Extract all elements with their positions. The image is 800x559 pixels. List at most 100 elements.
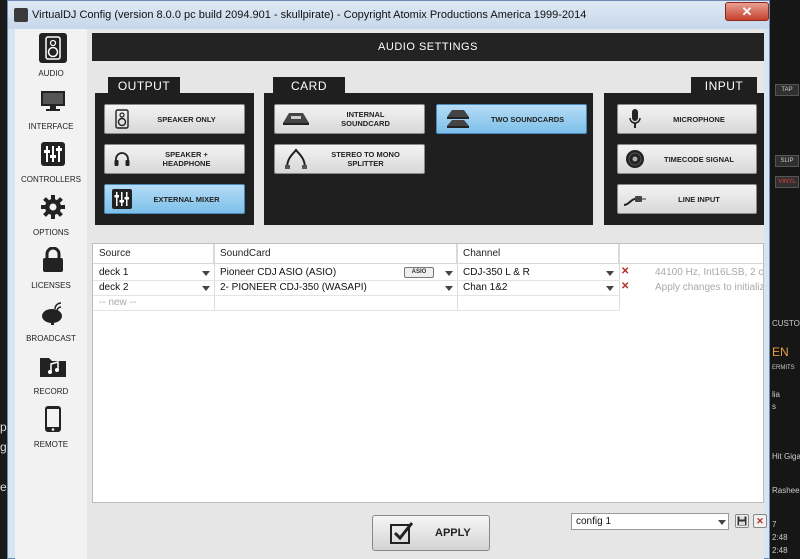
save-icon	[737, 516, 747, 526]
soundcard-icon	[279, 106, 313, 132]
sidebar-item-remote[interactable]: REMOTE	[15, 400, 87, 453]
sidebar-item-controllers[interactable]: CONTROLLERS	[15, 135, 87, 188]
column-header-channel: Channel	[457, 244, 619, 264]
button-label: TIMECODE SIGNAL	[663, 154, 734, 164]
button-label: LINE INPUT	[678, 194, 720, 204]
soundcard-select[interactable]: Pioneer CDJ ASIO (ASIO)	[214, 265, 404, 281]
apply-button[interactable]: APPLY	[372, 515, 490, 551]
speaker-only-button[interactable]: SPEAKER ONLY	[104, 104, 245, 134]
background-tap-button: TAP	[775, 84, 799, 96]
satellite-icon	[39, 298, 67, 328]
page-title: AUDIO SETTINGS	[92, 33, 764, 61]
device-info-text: Apply changes to initialize	[655, 282, 763, 293]
background-text: EN	[772, 345, 789, 359]
background-vinyl-button: VINYL	[775, 176, 799, 188]
routing-table: Source SoundCard Channel deck 1 Pioneer …	[92, 243, 764, 503]
checkbox-check-icon	[390, 522, 414, 544]
background-text: ERMITS	[772, 365, 795, 371]
background-text: CUSTOM	[772, 319, 800, 328]
jack-cable-icon	[622, 186, 648, 212]
button-label: INTERNAL SOUNDCARD	[341, 110, 390, 128]
source-select[interactable]: deck 1	[93, 265, 214, 281]
background-text: p	[0, 420, 7, 434]
speaker-icon	[39, 33, 67, 63]
vinyl-icon	[622, 146, 648, 172]
config-window: VirtualDJ Config (version 8.0.0 pc build…	[7, 0, 770, 559]
chevron-down-icon	[718, 520, 726, 525]
chevron-down-icon	[606, 271, 614, 276]
background-text: 7	[772, 520, 777, 529]
background-text: g	[0, 440, 7, 454]
sidebar-item-record[interactable]: RECORD	[15, 347, 87, 400]
microphone-button[interactable]: MICROPHONE	[617, 104, 757, 134]
line-input-button[interactable]: LINE INPUT	[617, 184, 757, 214]
source-select[interactable]: deck 2	[93, 280, 214, 296]
channel-select[interactable]: CDJ-350 L & R	[457, 265, 605, 281]
chevron-down-icon	[606, 286, 614, 291]
save-config-button[interactable]	[735, 514, 749, 528]
sidebar-item-label: LICENSES	[31, 281, 71, 290]
stereo-mono-splitter-button[interactable]: STEREO TO MONO SPLITTER	[274, 144, 425, 174]
audio-settings-content: AUDIO SETTINGS OUTPUT SPEAKER ONLY SPEAK…	[87, 29, 767, 559]
soundcard-select[interactable]: 2- PIONEER CDJ-350 (WASAPI)	[214, 280, 444, 296]
background-text: 2:48	[772, 533, 788, 542]
column-divider	[619, 244, 620, 310]
sidebar-item-options[interactable]: OPTIONS	[15, 188, 87, 241]
phone-icon	[39, 404, 67, 434]
background-text: lia	[772, 390, 781, 399]
sidebar-item-label: REMOTE	[33, 440, 69, 449]
device-info-text: 44100 Hz, Int16LSB, 2 ch	[655, 267, 763, 278]
chevron-down-icon	[445, 271, 453, 276]
config-select[interactable]: config 1	[571, 513, 729, 530]
external-mixer-button[interactable]: EXTERNAL MIXER	[104, 184, 245, 214]
speaker-icon	[109, 106, 135, 132]
button-label: STEREO TO MONO SPLITTER	[331, 150, 400, 168]
chevron-down-icon	[445, 286, 453, 291]
app-icon	[14, 8, 28, 22]
button-label: SPEAKER ONLY	[157, 114, 216, 124]
close-icon: ✕	[756, 515, 764, 526]
column-header-soundcard: SoundCard	[214, 244, 457, 264]
delete-row-icon[interactable]: ✕	[621, 281, 629, 292]
title-bar[interactable]: VirtualDJ Config (version 8.0.0 pc build…	[8, 1, 769, 29]
delete-config-button[interactable]: ✕	[753, 514, 767, 528]
sidebar-item-label: AUDIO	[38, 69, 64, 78]
sidebar-item-label: BROADCAST	[26, 334, 76, 343]
sidebar: AUDIO INTERFACE CONTROLLERS OPTIONS LICE…	[15, 29, 87, 559]
new-source-select[interactable]: -- new --	[93, 295, 214, 311]
output-panel: SPEAKER ONLY SPEAKER + HEADPHONE EXTERNA…	[95, 93, 254, 225]
timecode-signal-button[interactable]: TIMECODE SIGNAL	[617, 144, 757, 174]
background-text: s	[772, 402, 776, 411]
headphone-icon	[109, 146, 135, 172]
background-text: Rasheen	[772, 486, 800, 495]
sidebar-item-interface[interactable]: INTERFACE	[15, 82, 87, 135]
config-value: config 1	[576, 516, 612, 527]
sidebar-item-broadcast[interactable]: BROADCAST	[15, 294, 87, 347]
lock-icon	[39, 245, 67, 275]
config-frame: AUDIO INTERFACE CONTROLLERS OPTIONS LICE…	[15, 29, 767, 559]
sidebar-item-licenses[interactable]: LICENSES	[15, 241, 87, 294]
two-soundcards-button[interactable]: TWO SOUNDCARDS	[436, 104, 587, 134]
button-label: TWO SOUNDCARDS	[490, 114, 565, 124]
splitter-cable-icon	[279, 146, 313, 172]
close-button[interactable]: ✕	[725, 2, 769, 21]
internal-soundcard-button[interactable]: INTERNAL SOUNDCARD	[274, 104, 425, 134]
sidebar-item-label: CONTROLLERS	[20, 175, 81, 184]
delete-row-icon[interactable]: ✕	[621, 266, 629, 277]
mixer-icon	[109, 186, 135, 212]
gear-icon	[39, 192, 67, 222]
input-panel: MICROPHONE TIMECODE SIGNAL LINE INPUT	[604, 93, 764, 225]
microphone-icon	[622, 106, 648, 132]
two-soundcards-icon	[441, 106, 475, 132]
sidebar-item-label: OPTIONS	[32, 228, 69, 237]
speaker-headphone-button[interactable]: SPEAKER + HEADPHONE	[104, 144, 245, 174]
background-text: 2:48	[772, 546, 788, 555]
music-folder-icon	[39, 351, 67, 381]
window-title: VirtualDJ Config (version 8.0.0 pc build…	[32, 9, 587, 21]
chevron-down-icon	[202, 286, 210, 291]
channel-select[interactable]: Chan 1&2	[457, 280, 605, 296]
sidebar-item-audio[interactable]: AUDIO	[15, 29, 87, 82]
chevron-down-icon	[202, 271, 210, 276]
asio-config-button[interactable]: ASIO	[404, 267, 434, 278]
sidebar-item-label: INTERFACE	[28, 122, 74, 131]
